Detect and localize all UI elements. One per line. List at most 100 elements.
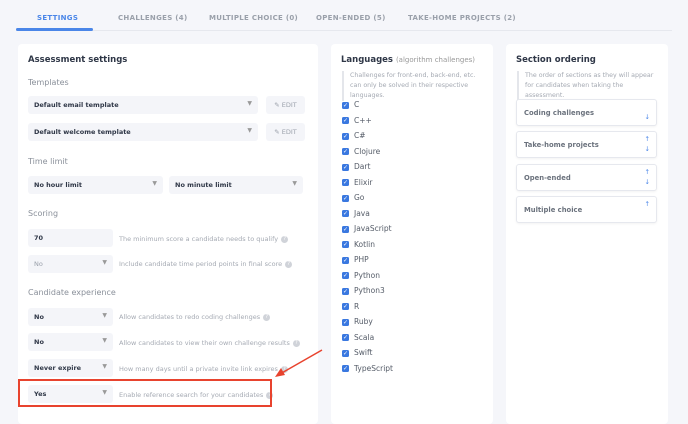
- expire-select[interactable]: Never expire ▼: [28, 359, 113, 377]
- tab-settings[interactable]: SETTINGS: [37, 14, 78, 22]
- email-template-select[interactable]: Default email template ▼: [28, 96, 258, 114]
- view-results-description: Allow candidates to view their own chall…: [119, 339, 300, 347]
- language-checkbox-item[interactable]: ✓ R: [342, 302, 359, 311]
- language-checkbox-item[interactable]: ✓ C: [342, 100, 359, 109]
- redo-description: Allow candidates to redo coding challeng…: [119, 313, 271, 321]
- checkbox-checked-icon[interactable]: ✓: [342, 334, 349, 341]
- checkbox-checked-icon[interactable]: ✓: [342, 303, 349, 310]
- language-checkbox-item[interactable]: ✓ Dart: [342, 162, 370, 171]
- edit-email-template-button[interactable]: ✎ EDIT: [266, 96, 305, 114]
- language-label: Scala: [354, 332, 375, 342]
- page-title: Assessment settings: [28, 55, 128, 65]
- chevron-down-icon: ▼: [102, 259, 107, 266]
- arrow-up-icon[interactable]: ↑: [645, 168, 650, 176]
- chevron-down-icon: ▼: [247, 100, 252, 107]
- checkbox-checked-icon[interactable]: ✓: [342, 132, 349, 140]
- min-score-input[interactable]: 70: [28, 229, 113, 247]
- tab-bar: SETTINGS CHALLENGES (4) MULTIPLE CHOICE …: [16, 0, 672, 31]
- checkbox-checked-icon[interactable]: ✓: [342, 318, 349, 326]
- language-label: Dart: [354, 162, 371, 171]
- expire-text: How many days until a private invite lin…: [119, 365, 278, 373]
- tab-take-home-projects[interactable]: TAKE-HOME PROJECTS (2): [408, 14, 516, 22]
- scoring-label: Scoring: [28, 209, 59, 218]
- help-icon[interactable]: ?: [281, 235, 289, 243]
- section-card[interactable]: Take-home projects ↑ ↓: [516, 131, 657, 159]
- language-checkbox-item[interactable]: ✓ Elixir: [342, 178, 373, 187]
- checkbox-checked-icon[interactable]: ✓: [342, 210, 349, 217]
- language-checkbox-item[interactable]: ✓ Kotlin: [342, 240, 375, 249]
- hour-limit-select[interactable]: No hour limit ▼: [28, 176, 163, 194]
- checkbox-checked-icon[interactable]: ✓: [342, 163, 349, 171]
- language-checkbox-item[interactable]: ✓ Swift: [342, 348, 372, 357]
- language-label: PHP: [354, 255, 369, 264]
- chevron-down-icon: ▼: [247, 127, 252, 134]
- language-label: JavaScript: [354, 224, 392, 233]
- language-checkbox-item[interactable]: ✓ C#: [342, 131, 366, 140]
- section-ordering-title: Section ordering: [516, 55, 596, 65]
- tab-challenges[interactable]: CHALLENGES (4): [118, 14, 187, 22]
- highlight-box: [18, 379, 272, 407]
- checkbox-checked-icon[interactable]: ✓: [342, 179, 349, 186]
- language-checkbox-item[interactable]: ✓ Python: [342, 271, 380, 280]
- section-card[interactable]: Coding challenges ↓: [516, 99, 657, 126]
- checkbox-checked-icon[interactable]: ✓: [342, 148, 349, 155]
- checkbox-checked-icon[interactable]: ✓: [342, 287, 349, 295]
- arrow-down-icon[interactable]: ↓: [645, 113, 650, 121]
- redo-select[interactable]: No ▼: [28, 308, 113, 326]
- language-checkbox-item[interactable]: ✓ Clojure: [342, 147, 380, 156]
- checkbox-checked-icon[interactable]: ✓: [342, 241, 349, 248]
- section-label: Open-ended: [524, 173, 571, 182]
- arrow-down-icon[interactable]: ↓: [645, 145, 650, 153]
- templates-label: Templates: [28, 78, 69, 87]
- tab-multiple-choice[interactable]: MULTIPLE CHOICE (0): [209, 14, 298, 22]
- time-limit-label: Time limit: [28, 157, 68, 166]
- language-checkbox-item[interactable]: ✓ Java: [342, 209, 370, 218]
- welcome-template-value: Default welcome template: [34, 128, 131, 136]
- edit-label: EDIT: [281, 128, 297, 136]
- minute-limit-select[interactable]: No minute limit ▼: [169, 176, 303, 194]
- language-checkbox-item[interactable]: ✓ Go: [342, 193, 364, 202]
- checkbox-checked-icon[interactable]: ✓: [342, 256, 349, 264]
- min-score-description: The minimum score a candidate needs to q…: [119, 235, 289, 243]
- time-points-select[interactable]: No ▼: [28, 255, 113, 273]
- language-checkbox-item[interactable]: ✓ TypeScript: [342, 364, 393, 373]
- view-results-select[interactable]: No ▼: [28, 333, 113, 351]
- language-label: C: [354, 100, 360, 109]
- checkbox-checked-icon[interactable]: ✓: [342, 194, 349, 202]
- help-icon[interactable]: ?: [263, 313, 271, 321]
- email-template-value: Default email template: [34, 101, 119, 109]
- checkbox-checked-icon[interactable]: ✓: [342, 225, 349, 233]
- minute-limit-value: No minute limit: [175, 181, 232, 189]
- redo-value: No: [34, 313, 44, 321]
- checkbox-checked-icon[interactable]: ✓: [342, 117, 349, 124]
- checkbox-checked-icon[interactable]: ✓: [342, 272, 349, 279]
- edit-welcome-template-button[interactable]: ✎ EDIT: [266, 123, 305, 141]
- language-checkbox-item[interactable]: ✓ C++: [342, 116, 372, 125]
- arrow-up-icon[interactable]: ↑: [645, 200, 650, 208]
- languages-subtitle: (algorithm challenges): [395, 56, 476, 64]
- chevron-down-icon: ▼: [292, 180, 297, 187]
- arrow-up-icon[interactable]: ↑: [645, 135, 650, 143]
- section-ordering-note: The order of sections as they will appea…: [517, 71, 662, 101]
- section-card[interactable]: Open-ended ↑ ↓: [516, 163, 657, 191]
- language-label: Clojure: [354, 146, 381, 156]
- language-checkbox-item[interactable]: ✓ Scala: [342, 333, 374, 342]
- language-checkbox-item[interactable]: ✓ PHP: [342, 255, 369, 264]
- view-results-text: Allow candidates to view their own chall…: [119, 339, 290, 347]
- welcome-template-select[interactable]: Default welcome template ▼: [28, 123, 258, 141]
- help-icon[interactable]: ?: [285, 260, 293, 268]
- tab-open-ended[interactable]: OPEN-ENDED (5): [316, 14, 386, 22]
- arrow-down-icon[interactable]: ↓: [645, 178, 650, 186]
- language-checkbox-item[interactable]: ✓ Python3: [342, 286, 385, 295]
- language-checkbox-item[interactable]: ✓ Ruby: [342, 317, 373, 326]
- section-card[interactable]: Multiple choice ↑: [516, 195, 657, 223]
- checkbox-checked-icon[interactable]: ✓: [342, 365, 349, 372]
- help-icon[interactable]: ?: [292, 339, 300, 347]
- language-checkbox-item[interactable]: ✓ JavaScript: [342, 224, 392, 233]
- checkbox-checked-icon[interactable]: ✓: [342, 349, 349, 357]
- language-label: Java: [354, 208, 370, 218]
- time-points-description: Include candidate time period points in …: [119, 260, 293, 268]
- min-score-text: The minimum score a candidate needs to q…: [119, 235, 279, 243]
- checkbox-checked-icon[interactable]: ✓: [342, 101, 349, 109]
- languages-title: Languages (algorithm challenges): [341, 55, 475, 65]
